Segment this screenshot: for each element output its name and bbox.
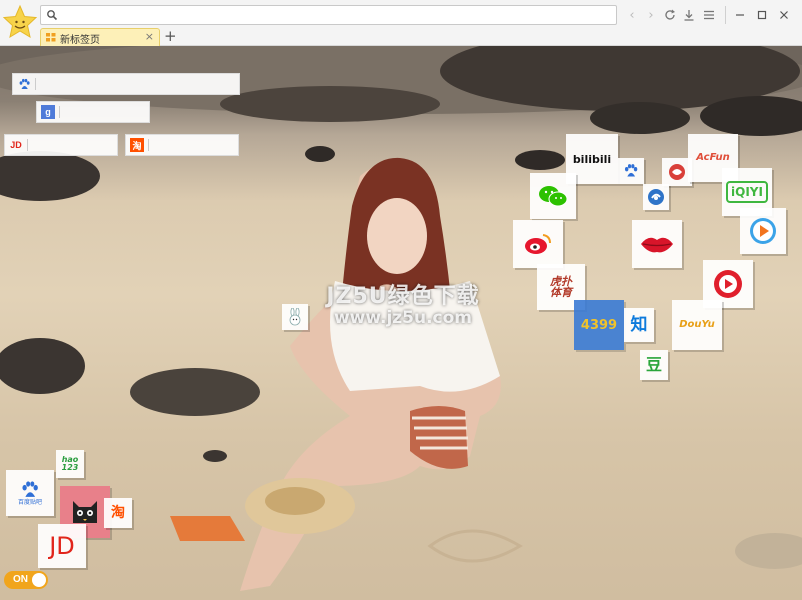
- address-input[interactable]: [61, 7, 611, 23]
- baidu-paw-icon: [16, 76, 32, 92]
- tab-new-tab-page[interactable]: 新标签页 ×: [40, 28, 160, 46]
- toggle-label: ON: [13, 574, 28, 585]
- new-tab-page: JZ5U绿色下载 www.jz5u.com g JD 淘 bilibili Ac…: [0, 46, 802, 600]
- watermark-line2: www.jz5u.com: [333, 308, 473, 328]
- new-tab-button[interactable]: +: [164, 27, 177, 45]
- search-divider: [27, 139, 28, 151]
- tile-douban[interactable]: 豆: [640, 350, 668, 380]
- minimize-icon[interactable]: [731, 6, 749, 24]
- taobao-label: 淘: [111, 505, 125, 521]
- jd-search-input[interactable]: [31, 137, 116, 153]
- tile-weibo[interactable]: [513, 220, 563, 268]
- iqiyi-label: iQIYI: [726, 181, 768, 203]
- tile-360-browser[interactable]: [643, 184, 669, 210]
- google-search-box[interactable]: g: [36, 101, 150, 123]
- watermark: JZ5U绿色下载 www.jz5u.com: [318, 278, 488, 328]
- lips-icon: [641, 237, 673, 253]
- tmall-cat-icon: [73, 501, 97, 523]
- tile-bunny[interactable]: [282, 304, 308, 330]
- wallpaper-toggle[interactable]: ON: [4, 571, 48, 589]
- taobao-search-input[interactable]: [152, 137, 237, 153]
- taobao-icon: 淘: [130, 138, 144, 152]
- jd-search-box[interactable]: JD: [4, 134, 118, 156]
- bunny-icon: [289, 308, 301, 326]
- search-divider: [35, 78, 36, 90]
- tile-wechat[interactable]: [530, 173, 576, 219]
- jd-icon: JD: [10, 140, 22, 150]
- search-divider: [59, 106, 60, 118]
- tile-lips[interactable]: [632, 220, 682, 268]
- video-play-icon: [714, 270, 742, 298]
- tile-taobao[interactable]: 淘: [104, 498, 132, 528]
- baidu-paw-icon: [22, 481, 38, 497]
- phoenix-icon: [669, 164, 685, 180]
- 4399-label: 4399: [580, 317, 618, 333]
- taobao-search-box[interactable]: 淘: [125, 134, 239, 156]
- toolbar-divider: [725, 6, 726, 24]
- tile-4399[interactable]: 4399: [574, 300, 624, 350]
- bilibili-label: bilibili: [572, 152, 612, 166]
- search-divider: [148, 139, 149, 151]
- address-bar[interactable]: [40, 5, 617, 25]
- play-icon: [750, 218, 776, 244]
- baidu-search-input[interactable]: [39, 76, 239, 92]
- tile-baidu-tieba[interactable]: 百度贴吧: [6, 470, 54, 516]
- grid-icon: [46, 33, 56, 42]
- baidu-tieba-label: 百度贴吧: [17, 499, 42, 506]
- toggle-knob: [32, 573, 46, 587]
- acfun-label: AcFun: [696, 152, 730, 163]
- tile-zhihu[interactable]: 知: [624, 308, 654, 342]
- weibo-icon: [525, 234, 551, 254]
- tile-hao123[interactable]: hao 123: [56, 450, 84, 478]
- jd-label: JD: [49, 532, 75, 560]
- forward-icon[interactable]: ›: [642, 6, 660, 24]
- watermark-line1: JZ5U绿色下载: [326, 284, 480, 309]
- tab-close-icon[interactable]: ×: [145, 30, 154, 43]
- browser-swirl-icon: [648, 189, 664, 205]
- baidu-paw-icon: [624, 164, 638, 177]
- star-logo-icon[interactable]: [2, 4, 38, 42]
- google-icon: g: [41, 105, 55, 119]
- baidu-search-box[interactable]: [12, 73, 240, 95]
- back-icon[interactable]: ‹: [623, 6, 641, 24]
- search-icon: [47, 10, 58, 21]
- douyu-label: DouYu: [679, 319, 715, 330]
- tile-jd[interactable]: JD: [38, 524, 86, 568]
- zhihu-label: 知: [630, 314, 648, 335]
- hao123-label: hao 123: [61, 455, 79, 472]
- browser-chrome: ‹ › 新标签页 × +: [0, 0, 802, 46]
- wechat-icon: [539, 186, 568, 207]
- menu-icon[interactable]: [700, 6, 718, 24]
- tile-tencent-video[interactable]: [740, 208, 786, 254]
- download-icon[interactable]: [680, 6, 698, 24]
- tile-douyu[interactable]: DouYu: [672, 300, 722, 350]
- hupu-label: 虎扑 体育: [550, 275, 572, 299]
- douban-label: 豆: [645, 355, 662, 374]
- refresh-icon[interactable]: [661, 6, 679, 24]
- tile-baidu[interactable]: [618, 158, 644, 184]
- tab-title: 新标签页: [60, 35, 100, 46]
- maximize-icon[interactable]: [753, 6, 771, 24]
- google-search-input[interactable]: [63, 104, 148, 120]
- close-icon[interactable]: [775, 6, 793, 24]
